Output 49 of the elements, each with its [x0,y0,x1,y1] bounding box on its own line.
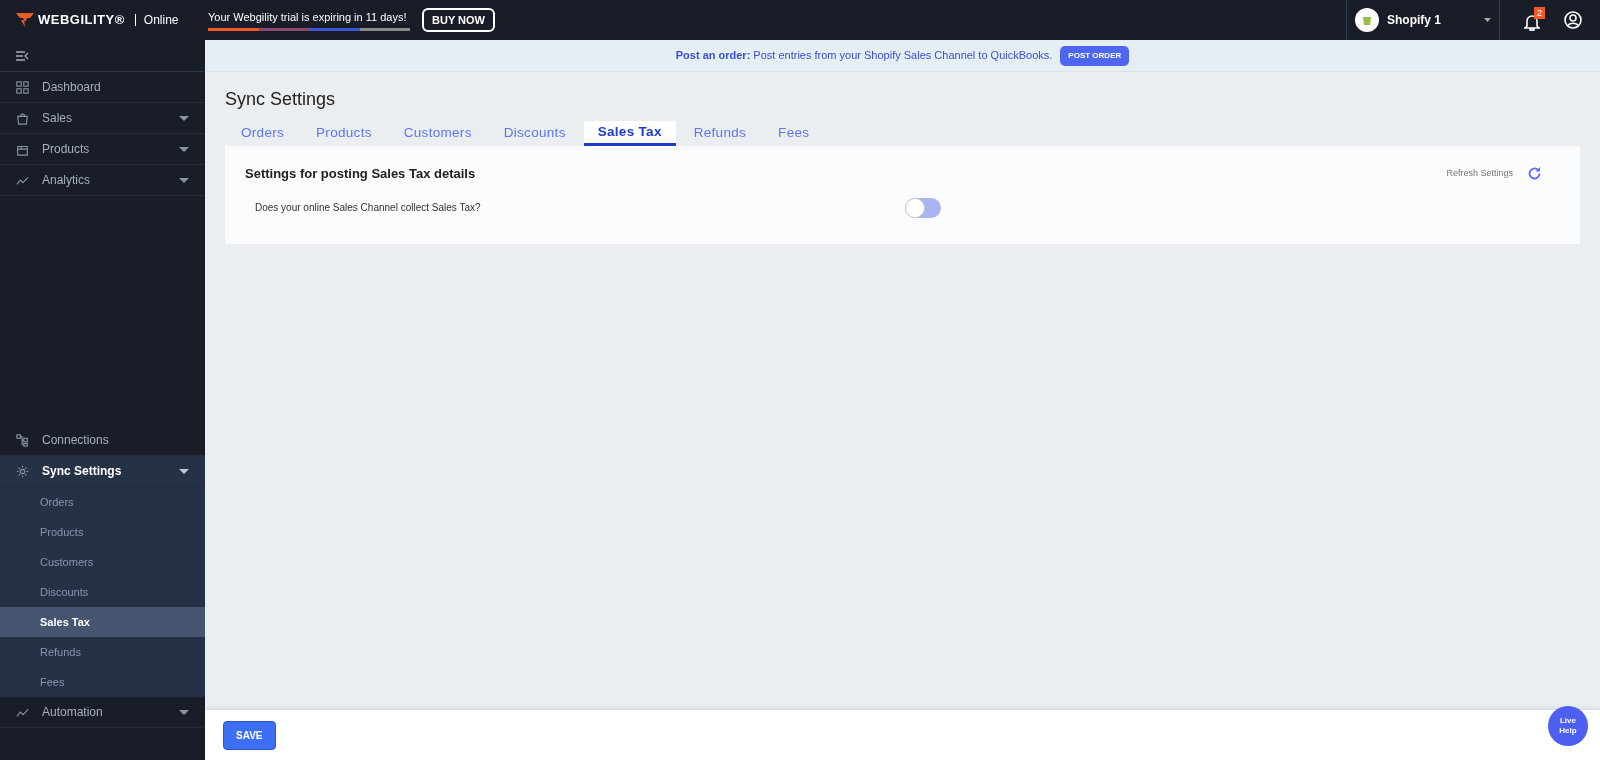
setting-question: Does your online Sales Channel collect Sales Tax? [255,201,482,215]
caret-icon [179,177,189,183]
toggle-switch[interactable] [905,197,941,218]
brand-name: WEBGILITY® [38,11,125,30]
tab[interactable]: Refunds [679,121,761,146]
banner-message: Post an order: Post entries from your Shopify Sales Channel to QuickBooks. [675,48,1053,64]
tab[interactable]: Orders [227,121,299,146]
refresh-icon[interactable] [1527,166,1542,182]
sidebar-item[interactable]: Analytics [0,165,205,196]
user-profile-icon[interactable] [1564,11,1582,29]
save-button[interactable]: SAVE [223,720,276,750]
sidebar-subitem[interactable]: Fees [0,667,205,697]
sidebar-item[interactable]: Dashboard [0,72,205,103]
tab[interactable]: Products [302,121,386,146]
sidebar-item[interactable]: Sales [0,103,205,134]
trial-message: Your Webgility trial is expiring in 11 days! [208,10,408,26]
tab[interactable]: Customers [389,121,486,146]
sidebar-subitem[interactable]: Customers [0,547,205,577]
sidebar-subitem[interactable]: Orders [0,487,205,517]
connections-icon [16,433,29,447]
caret-icon [179,115,189,121]
sidebar-subitem[interactable]: Sales Tax [0,607,205,637]
dashboard-icon [16,80,29,94]
sidebar-item[interactable]: Automation [0,697,205,728]
sidebar-subitem[interactable]: Refunds [0,637,205,667]
collapse-menu-icon[interactable] [16,50,29,61]
sidebar-item[interactable]: Products [0,134,205,165]
sidebar-subitem[interactable]: Discounts [0,577,205,607]
shopping-bag-icon [16,111,29,125]
tab[interactable]: Discounts [489,121,580,146]
caret-icon [1484,18,1491,22]
caret-icon [179,468,189,474]
buy-now-button[interactable]: BUY NOW [422,7,495,33]
gear-icon [16,464,29,478]
logo-icon [16,13,34,27]
card-title: Settings for posting Sales Tax details [245,165,477,183]
caret-icon [179,709,189,715]
store-logo-icon [1355,8,1379,32]
store-name: Shopify 1 [1387,12,1442,29]
caret-icon [179,146,189,152]
post-order-button[interactable]: POST ORDER [1060,45,1130,66]
sidebar-subitem[interactable]: Products [0,517,205,547]
page-title: Sync Settings [225,88,337,111]
tab[interactable]: Fees [764,121,824,146]
tab[interactable]: Sales Tax [583,121,676,146]
edition-label: Online [134,14,179,26]
notifications-button[interactable]: 2 [1512,7,1552,33]
notification-count: 2 [1534,7,1545,19]
refresh-settings-label: Refresh Settings [1446,167,1513,180]
